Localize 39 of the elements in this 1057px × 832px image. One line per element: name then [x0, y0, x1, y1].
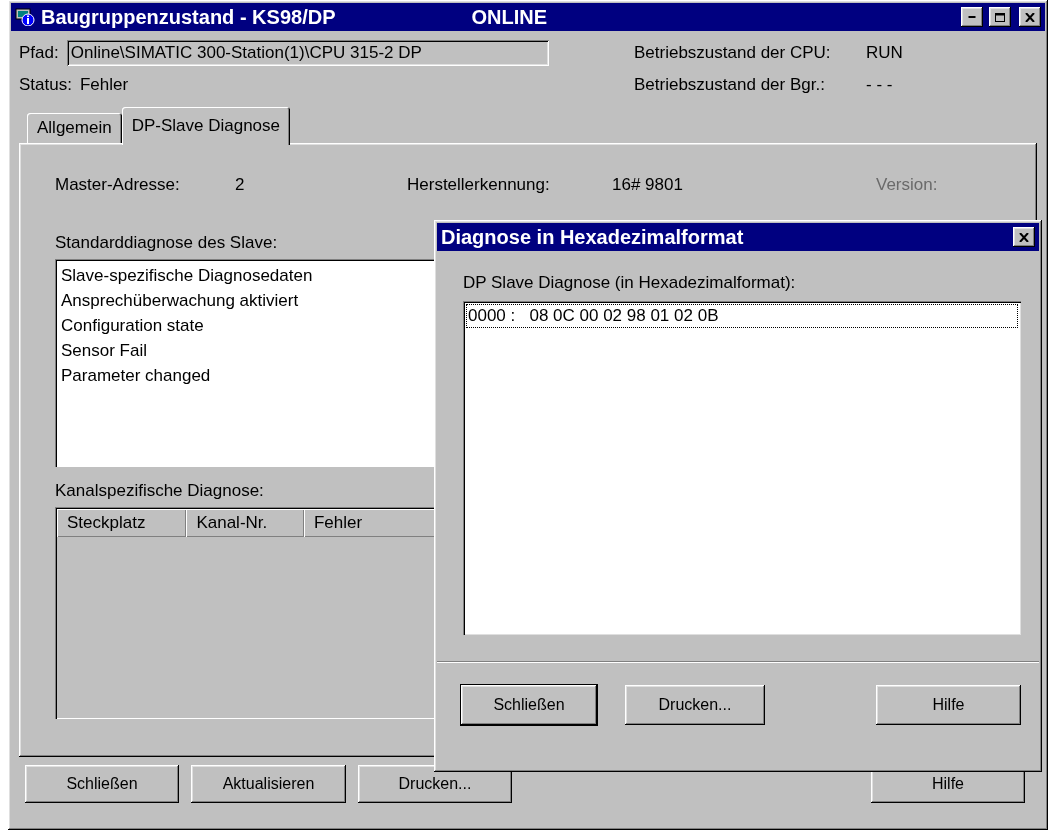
maximize-icon — [995, 12, 1005, 22]
dialog-button[interactable]: Drucken... — [625, 685, 765, 725]
dialog-button[interactable]: Aktualisieren — [191, 765, 346, 803]
maximize-button[interactable] — [989, 7, 1011, 27]
standard-diagnosis-label: Standarddiagnose des Slave: — [55, 233, 278, 253]
vendor-id-label: Herstellerkennung: — [407, 175, 551, 195]
cpu-state-value: RUN — [866, 43, 903, 63]
dialog-button[interactable]: Schließen — [461, 685, 597, 725]
tab[interactable]: Allgemein — [27, 113, 122, 143]
app-icon — [15, 8, 35, 26]
cpu-state-label: Betriebszustand der CPU: — [634, 43, 832, 63]
column-header[interactable]: Steckplatz — [57, 509, 187, 537]
status-value: Fehler — [79, 75, 129, 95]
path-field: Online\SIMATIC 300-Station(1)\CPU 315-2 DP — [66, 40, 549, 66]
minimize-icon — [968, 16, 976, 18]
close-icon — [1025, 12, 1035, 22]
close-button[interactable] — [1013, 227, 1035, 247]
vendor-id-value: 16# 9801 — [612, 175, 684, 195]
path-label: Pfad: — [19, 43, 59, 63]
column-header[interactable]: Kanal-Nr. — [186, 509, 304, 537]
close-icon — [1019, 232, 1029, 242]
master-address-value: 2 — [235, 175, 246, 195]
mode-text: ONLINE — [471, 5, 548, 29]
status-label: Status: — [19, 75, 72, 95]
dialog-button[interactable]: Hilfe — [876, 685, 1021, 725]
dialog-button[interactable]: Schließen — [25, 765, 179, 803]
hex-list-label: DP Slave Diagnose (in Hexadezimalformat): — [463, 273, 797, 293]
minimize-button[interactable] — [961, 7, 983, 27]
hex-row[interactable]: 0000 : 08 0C 00 02 98 01 02 0B — [466, 304, 1018, 328]
dialog-title: Diagnose in Hexadezimalformat — [441, 225, 744, 249]
master-address-label: Master-Adresse: — [55, 175, 181, 195]
tab[interactable]: DP-Slave Diagnose — [121, 107, 290, 145]
module-state-label: Betriebszustand der Bgr.: — [634, 75, 826, 95]
version-label: Version: — [876, 175, 938, 195]
window-title: Baugruppenzustand - KS98/DP — [41, 5, 336, 29]
channel-diagnosis-label: Kanalspezifische Diagnose: — [55, 481, 264, 501]
close-button[interactable] — [1019, 7, 1041, 27]
module-state-value: - - - — [866, 75, 893, 95]
column-header[interactable]: Fehler — [303, 509, 483, 537]
